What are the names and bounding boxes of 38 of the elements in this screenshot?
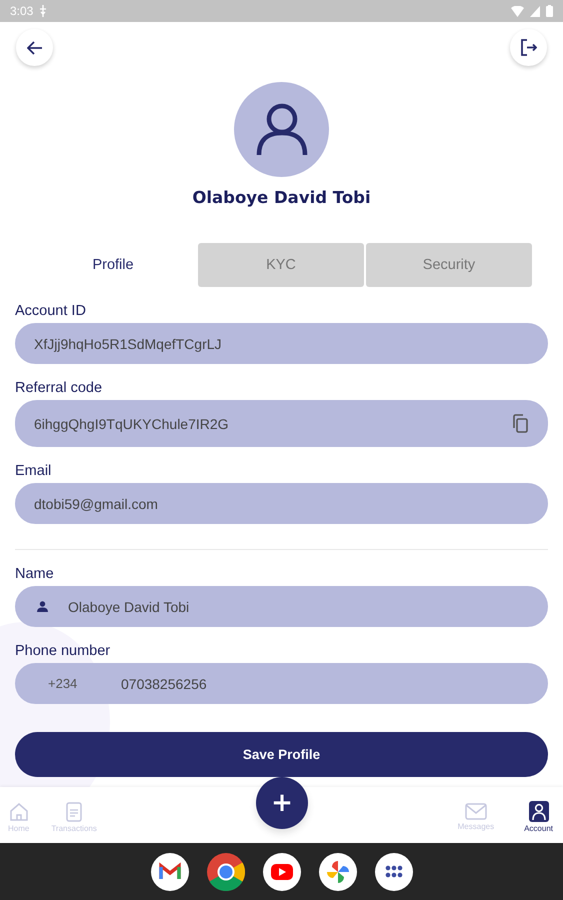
back-button[interactable] — [16, 29, 53, 66]
field-label: Phone number — [15, 642, 112, 660]
country-code: +234 — [47, 676, 78, 691]
status-time: 3:03 — [10, 4, 34, 18]
usb-icon — [39, 5, 48, 17]
field-label: Referral code — [15, 379, 104, 397]
profile-name: Olaboye David Tobi — [191, 188, 372, 208]
home-icon — [8, 802, 29, 822]
mail-icon — [464, 803, 487, 820]
signal-icon — [530, 6, 540, 16]
logout-icon — [520, 39, 537, 56]
field-label: Name — [15, 565, 55, 583]
field-label: Email — [15, 462, 52, 480]
tab[interactable]: KYC — [198, 243, 364, 287]
person-icon — [37, 601, 48, 612]
back-arrow-icon — [26, 40, 42, 54]
add-button[interactable]: + — [256, 777, 308, 829]
person-icon — [528, 801, 549, 822]
nav-item[interactable]: Account — [524, 801, 553, 833]
person-icon — [256, 102, 308, 156]
logout-button[interactable] — [510, 29, 547, 66]
browser-app-icon[interactable] — [206, 852, 244, 890]
mail-app-icon[interactable] — [150, 852, 188, 890]
input-field[interactable]: Olaboye David Tobi — [15, 586, 548, 627]
battery-icon — [546, 5, 553, 17]
input-field[interactable]: XfJjj9hqHo5R1SdMqefTCgrLJ — [15, 323, 548, 364]
input-field[interactable]: 6ihggQhgI9TqUKYChule7IR2G — [15, 400, 548, 447]
copy-icon[interactable] — [512, 414, 528, 433]
field-label: Account ID — [15, 302, 87, 320]
document-icon — [66, 802, 82, 822]
input-field[interactable]: +234 07038256256 — [15, 663, 548, 704]
apps-grid-icon[interactable] — [374, 852, 412, 890]
pinwheel-app-icon[interactable] — [318, 852, 356, 890]
tab[interactable]: Security — [366, 243, 532, 287]
play-app-icon[interactable] — [262, 852, 300, 890]
wifi-icon — [511, 6, 524, 16]
input-field[interactable]: dtobi59@gmail.com — [15, 483, 548, 524]
save-profile-button[interactable]: Save Profile — [15, 732, 548, 777]
